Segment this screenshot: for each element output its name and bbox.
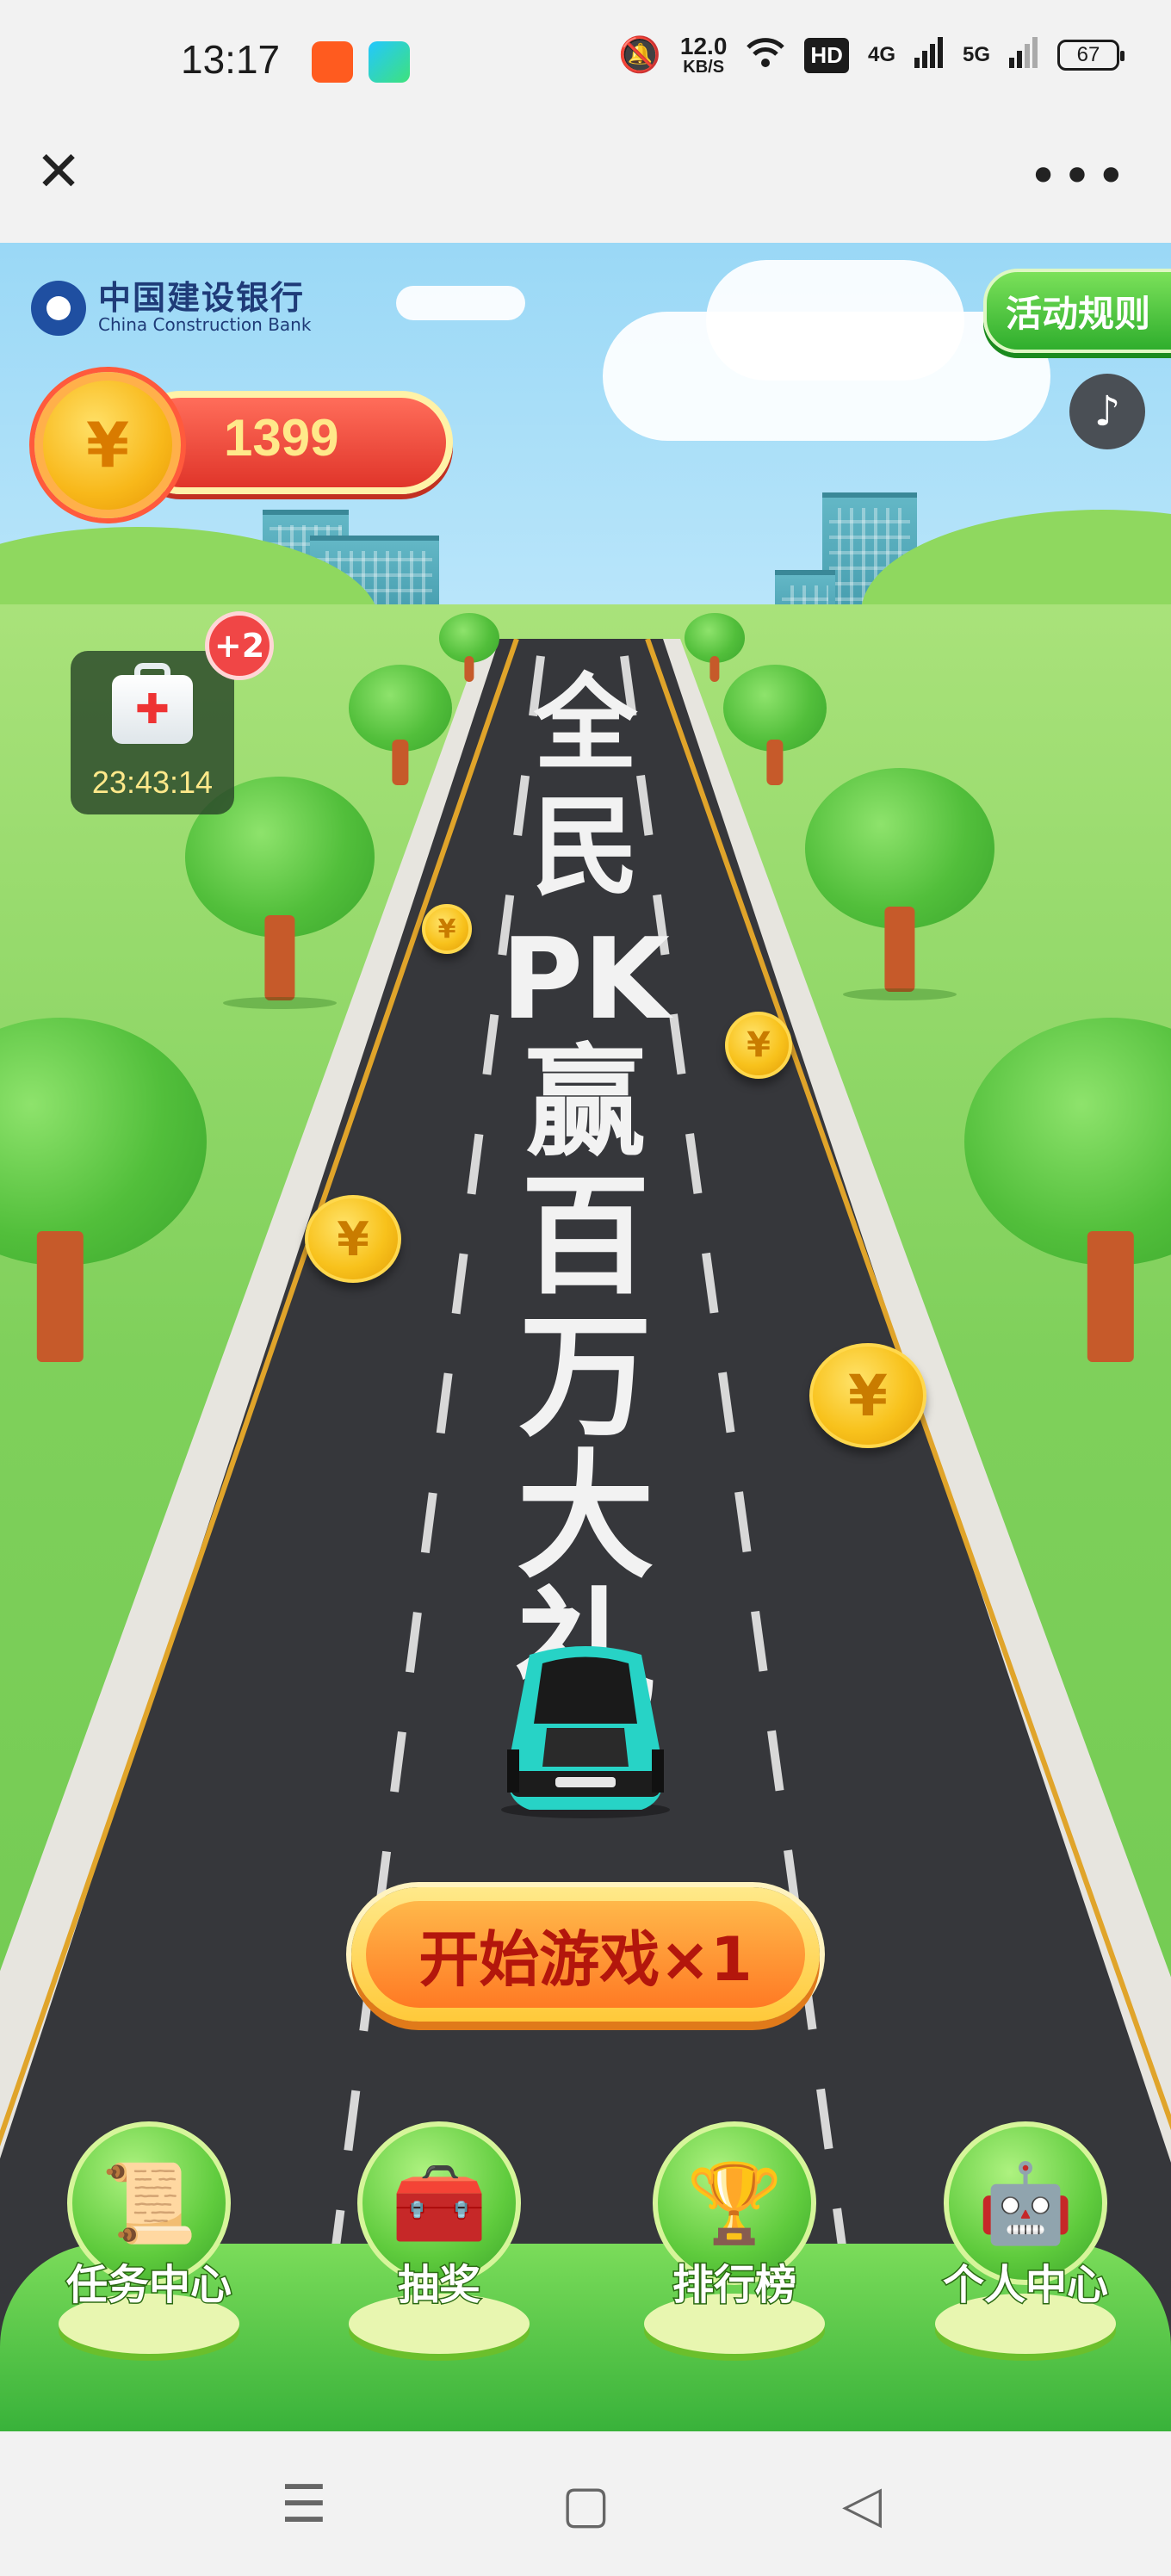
game-scene: 全 民 PK 赢 百 万 大 礼 ¥ ¥ ¥ ¥ 中国建设银行 China Co… bbox=[0, 243, 1171, 2431]
kuaishou-app-icon bbox=[312, 41, 353, 83]
slogan-char: PK bbox=[500, 913, 670, 1044]
signal-4g: 4G bbox=[867, 43, 895, 66]
music-toggle-icon[interactable]: ♪ bbox=[1069, 374, 1145, 449]
cloud bbox=[706, 260, 964, 381]
tab-task-center[interactable]: 📜 任务中心 bbox=[41, 2121, 257, 2380]
coin-balance: 1399 ¥ bbox=[34, 372, 453, 518]
webview-navbar: ✕ ••• bbox=[0, 129, 1171, 241]
signal-icon bbox=[1009, 36, 1038, 74]
close-icon[interactable]: ✕ bbox=[33, 145, 84, 200]
bank-logo: 中国建设银行 China Construction Bank bbox=[31, 281, 311, 336]
activity-rules-button[interactable]: 活动规则 bbox=[983, 269, 1171, 353]
status-bar: 13:17 🔕 12.0 KB/S HD 4G 5G 67 bbox=[0, 0, 1171, 129]
start-game-label: 开始游戏×1 bbox=[366, 1901, 805, 2008]
cloud bbox=[396, 286, 525, 320]
net-speed: 12.0 KB/S bbox=[679, 33, 728, 77]
menu-icon[interactable]: ☰ bbox=[281, 2474, 327, 2535]
coin-count: 1399 bbox=[224, 409, 339, 467]
coin-icon: ¥ bbox=[34, 372, 181, 518]
wifi-icon bbox=[746, 35, 785, 76]
tab-label: 抽奖 bbox=[396, 2260, 481, 2311]
kit-timer: 23:43:14 bbox=[91, 765, 214, 800]
kit-badge: +2 bbox=[205, 611, 274, 680]
back-icon[interactable]: ◁ bbox=[842, 2474, 882, 2535]
tab-personal-center[interactable]: 🤖 个人中心 bbox=[918, 2121, 1133, 2380]
road-coin: ¥ bbox=[422, 904, 472, 954]
start-game-button[interactable]: 开始游戏×1 bbox=[351, 1887, 820, 2022]
tab-lottery[interactable]: 🧰 抽奖 bbox=[331, 2121, 547, 2380]
tab-leaderboard[interactable]: 🏆 排行榜 bbox=[627, 2121, 842, 2380]
signal-icon bbox=[914, 36, 944, 74]
status-time: 13:17 bbox=[181, 37, 281, 82]
ccb-logo-icon bbox=[31, 281, 86, 336]
race-car bbox=[501, 1646, 670, 1818]
road-coin: ¥ bbox=[809, 1343, 926, 1448]
medical-kit-icon: ✚ bbox=[112, 675, 193, 744]
road-coin: ¥ bbox=[725, 1012, 792, 1079]
signal-5g: 5G bbox=[962, 43, 990, 66]
mute-icon: 🔕 bbox=[618, 36, 661, 74]
slogan-char: 百 bbox=[520, 1162, 650, 1312]
slogan-char: 大 bbox=[516, 1436, 654, 1597]
home-icon[interactable]: ▢ bbox=[561, 2474, 610, 2535]
first-aid-kit[interactable]: ✚ 23:43:14 bbox=[71, 651, 234, 814]
bank-name-en: China Construction Bank bbox=[98, 314, 312, 335]
slogan-char: 赢 bbox=[524, 1033, 646, 1173]
bank-name-cn: 中国建设银行 bbox=[98, 279, 306, 317]
more-icon[interactable]: ••• bbox=[1028, 146, 1130, 207]
tab-label: 任务中心 bbox=[65, 2260, 232, 2311]
battery-indicator: 67 bbox=[1057, 40, 1125, 71]
road-coin: ¥ bbox=[305, 1195, 401, 1283]
tab-label: 个人中心 bbox=[941, 2260, 1109, 2311]
slogan-char: 万 bbox=[518, 1299, 653, 1455]
hd-badge: HD bbox=[804, 37, 849, 73]
tab-label: 排行榜 bbox=[671, 2260, 797, 2311]
video-app-icon bbox=[369, 41, 410, 83]
system-nav-bar: ☰ ▢ ◁ bbox=[0, 2431, 1171, 2576]
